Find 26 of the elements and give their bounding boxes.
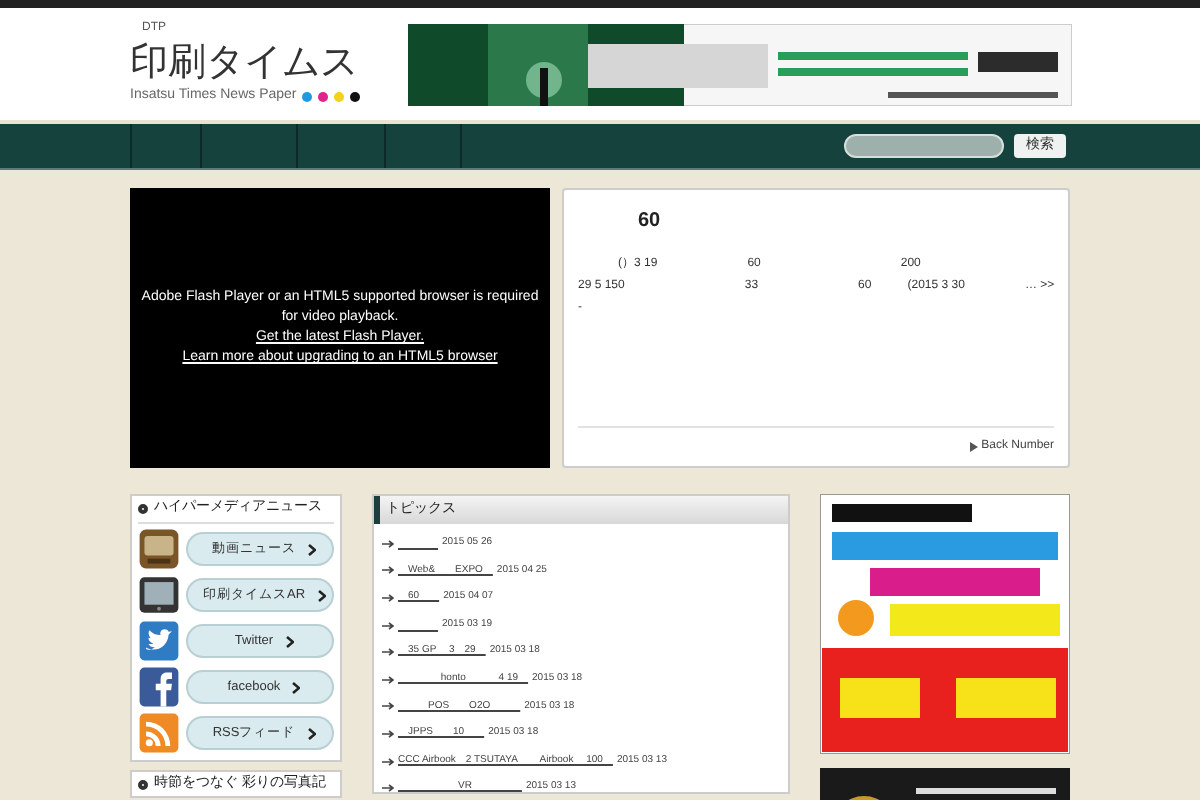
rss-icon <box>138 712 180 754</box>
chevron-icon <box>308 543 316 555</box>
site-logo[interactable]: 印刷タイムス <box>130 38 406 87</box>
tv-icon <box>138 528 180 570</box>
chevron-icon <box>285 635 294 647</box>
bird-icon <box>138 620 180 662</box>
bullet-icon <box>138 779 148 789</box>
arrow-icon <box>382 566 394 575</box>
arrow-icon <box>382 757 394 766</box>
tablet-icon <box>138 574 180 616</box>
triangle-icon <box>969 442 978 452</box>
arrow-icon <box>382 702 394 711</box>
arrow-icon <box>382 648 394 657</box>
arrow-icon <box>382 621 394 630</box>
arrow-icon <box>382 539 394 548</box>
chevron-icon <box>292 681 301 693</box>
bullet-icon <box>138 504 148 514</box>
news-title: 60 <box>638 208 663 236</box>
arrow-icon <box>382 729 394 738</box>
chevron-icon <box>307 727 316 739</box>
arrow-icon <box>382 593 394 602</box>
arrow-icon <box>382 675 394 684</box>
chevron-icon <box>317 589 326 601</box>
facebook-icon <box>138 666 180 708</box>
arrow-icon <box>382 784 394 793</box>
search-field[interactable] <box>844 134 1004 158</box>
